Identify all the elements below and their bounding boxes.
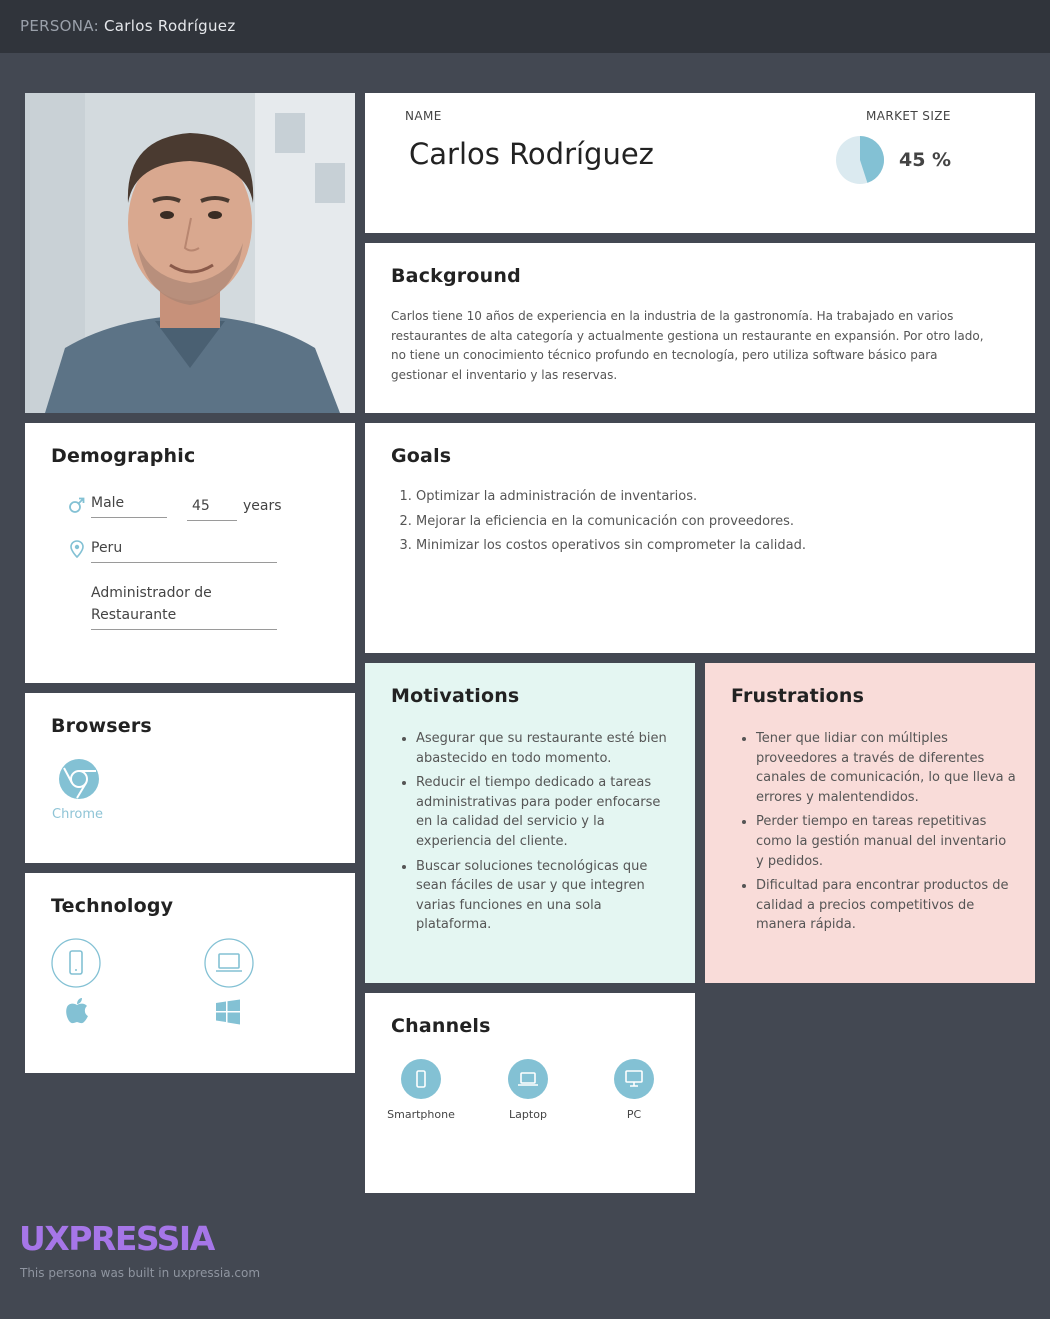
gender-field[interactable]: Male [91, 495, 167, 518]
location-pin-icon [70, 540, 84, 558]
browsers-card: Browsers Chrome [25, 693, 355, 863]
goals-title: Goals [391, 445, 452, 467]
channel-label: PC [626, 1108, 642, 1121]
persona-name[interactable]: Carlos Rodríguez [409, 137, 654, 171]
market-size-label: MARKET SIZE [866, 109, 951, 123]
motivation-item[interactable]: Reducir el tiempo dedicado a tareas admi… [416, 773, 676, 851]
background-card: Background Carlos tiene 10 años de exper… [365, 243, 1035, 413]
laptop-icon[interactable] [204, 938, 254, 988]
frustrations-list: Tener que lidiar con múltiples proveedor… [756, 729, 1016, 940]
male-gender-icon [69, 497, 85, 513]
motivations-title: Motivations [391, 685, 520, 707]
motivations-card: Motivations Asegurar que su restaurante … [365, 663, 695, 983]
demographic-card: Demographic Male 45 years Peru Administr… [25, 423, 355, 683]
chrome-label: Chrome [52, 807, 103, 822]
technology-card: Technology [25, 873, 355, 1073]
channels-card: Channels Smartphone Laptop PC [365, 993, 695, 1193]
portrait-image [25, 93, 355, 413]
market-size-value[interactable]: 45 % [899, 149, 951, 171]
location-field[interactable]: Peru [91, 540, 277, 563]
channel-label: Smartphone [387, 1108, 455, 1121]
header-persona-name: Carlos Rodríguez [104, 17, 236, 35]
motivation-item[interactable]: Asegurar que su restaurante esté bien ab… [416, 729, 676, 768]
smartphone-icon [416, 1070, 426, 1088]
motivation-item[interactable]: Buscar soluciones tecnológicas que sean … [416, 857, 676, 935]
frustration-item[interactable]: Tener que lidiar con múltiples proveedor… [756, 729, 1016, 807]
background-title: Background [391, 265, 521, 287]
frustrations-card: Frustrations Tener que lidiar con múltip… [705, 663, 1035, 983]
technology-title: Technology [51, 895, 174, 917]
channels-title: Channels [391, 1015, 491, 1037]
goals-card: Goals Optimizar la administración de inv… [365, 423, 1035, 653]
footer-note: This persona was built in uxpressia.com [20, 1266, 261, 1280]
chrome-icon[interactable] [58, 758, 100, 800]
laptop-icon [518, 1072, 538, 1086]
browsers-title: Browsers [51, 715, 152, 737]
windows-icon[interactable] [215, 999, 241, 1025]
channel-label: Laptop [509, 1108, 547, 1121]
frustration-item[interactable]: Dificultad para encontrar productos de c… [756, 876, 1016, 935]
goal-item[interactable]: Mejorar la eficiencia en la comunicación… [416, 514, 806, 539]
pc-icon [625, 1070, 643, 1087]
goal-item[interactable]: Optimizar la administración de inventari… [416, 489, 806, 514]
motivations-list: Asegurar que su restaurante esté bien ab… [416, 729, 676, 940]
channel-smartphone[interactable]: Smartphone [381, 1059, 461, 1121]
persona-photo[interactable] [25, 93, 355, 413]
uxpressia-logo[interactable]: UXPRESSIA [19, 1219, 215, 1258]
demographic-title: Demographic [51, 445, 196, 467]
goal-item[interactable]: Minimizar los costos operativos sin comp… [416, 538, 806, 563]
channel-pc[interactable]: PC [594, 1059, 674, 1121]
frustrations-title: Frustrations [731, 685, 865, 707]
age-field[interactable]: 45 [187, 498, 237, 521]
occupation-field[interactable]: Administrador de Restaurante [91, 582, 277, 630]
header-prefix: PERSONA: [20, 17, 99, 35]
persona-header: PERSONA: Carlos Rodríguez [0, 0, 1050, 53]
age-unit-label: years [243, 498, 282, 514]
channel-laptop[interactable]: Laptop [488, 1059, 568, 1121]
goals-list: Optimizar la administración de inventari… [416, 489, 806, 563]
frustration-item[interactable]: Perder tiempo en tareas repetitivas como… [756, 812, 1016, 871]
smartphone-icon[interactable] [51, 938, 101, 988]
name-card: NAME Carlos Rodríguez MARKET SIZE 45 % [365, 93, 1035, 233]
background-text[interactable]: Carlos tiene 10 años de experiencia en l… [391, 307, 996, 385]
name-label: NAME [405, 109, 442, 123]
apple-icon[interactable] [65, 997, 89, 1025]
market-size-pie-chart [836, 136, 885, 184]
